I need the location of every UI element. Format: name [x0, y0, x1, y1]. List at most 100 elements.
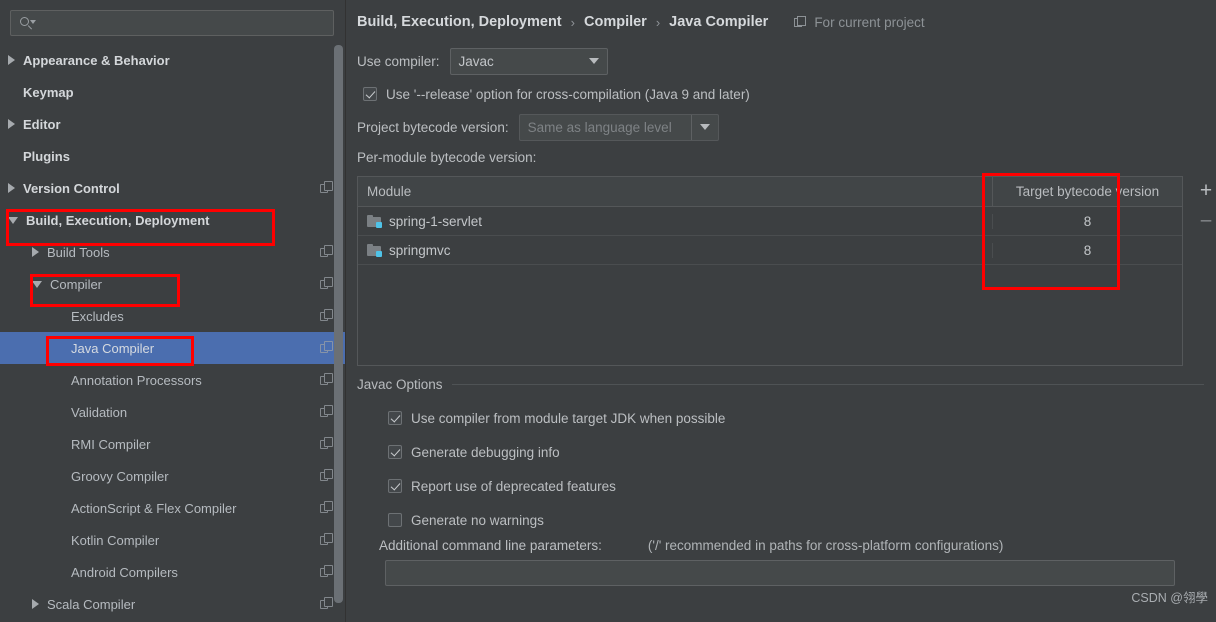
sidebar-item-plugins[interactable]: Plugins	[0, 140, 346, 172]
chevron-down-icon[interactable]	[8, 216, 18, 224]
sidebar-item-build-tools[interactable]: Build Tools	[0, 236, 346, 268]
module-icon	[367, 214, 382, 228]
table-body: spring-1-servlet 8 springmvc 8	[358, 207, 1182, 265]
sidebar-item-annotation-processors[interactable]: Annotation Processors	[0, 364, 346, 396]
sidebar-item-keymap[interactable]: Keymap	[0, 76, 346, 108]
settings-sidebar: Appearance & Behavior Keymap Editor Plugins…	[0, 0, 346, 622]
per-module-table: Module Target bytecode version spring-1-…	[357, 176, 1183, 366]
table-cell-target-bytecode[interactable]: 8	[992, 213, 1182, 229]
table-row[interactable]: spring-1-servlet 8	[358, 207, 1182, 236]
sidebar-item-appearance-behavior[interactable]: Appearance & Behavior	[0, 44, 346, 76]
copy-icon[interactable]	[320, 597, 334, 611]
javac-option-row: Use compiler from module target JDK when…	[388, 401, 1204, 435]
breadcrumb-item-2[interactable]: Compiler	[584, 14, 647, 30]
sidebar-item-groovy-compiler[interactable]: Groovy Compiler	[0, 460, 346, 492]
scope-indicator: For current project	[794, 14, 925, 30]
copy-icon[interactable]	[320, 277, 334, 291]
copy-icon[interactable]	[320, 373, 334, 387]
copy-icon[interactable]	[320, 245, 334, 259]
javac-options-list: Use compiler from module target JDK when…	[357, 401, 1204, 537]
sidebar-item-label: Version Control	[23, 180, 120, 196]
sidebar-item-scala-compiler[interactable]: Scala Compiler	[0, 588, 346, 620]
sidebar-item-rmi-compiler[interactable]: RMI Compiler	[0, 428, 346, 460]
table-header-row: Module Target bytecode version	[358, 177, 1182, 207]
additional-params-input[interactable]	[385, 560, 1175, 586]
sidebar-scrollbar-thumb[interactable]	[334, 45, 343, 603]
chevron-right-icon[interactable]	[8, 119, 15, 129]
breadcrumb-separator-2: ›	[655, 14, 661, 30]
breadcrumb: Build, Execution, Deployment › Compiler …	[346, 0, 1216, 44]
javac-option-checkbox[interactable]	[388, 445, 402, 459]
sidebar-item-label: Validation	[71, 404, 128, 420]
sidebar-item-editor[interactable]: Editor	[0, 108, 346, 140]
table-header-target[interactable]: Target bytecode version	[992, 177, 1182, 206]
settings-dialog: Appearance & Behavior Keymap Editor Plugins…	[0, 0, 1216, 622]
breadcrumb-item-3[interactable]: Java Compiler	[669, 14, 768, 30]
search-box[interactable]	[10, 10, 334, 36]
table-header-module[interactable]: Module	[358, 177, 992, 206]
search-container	[0, 0, 346, 44]
sidebar-item-version-control[interactable]: Version Control	[0, 172, 346, 204]
sidebar-item-actionscript-flex-compiler[interactable]: ActionScript & Flex Compiler	[0, 492, 346, 524]
breadcrumb-item-1[interactable]: Build, Execution, Deployment	[357, 14, 562, 30]
group-separator-line	[451, 384, 1204, 385]
sidebar-item-label: Build Tools	[47, 244, 110, 260]
sidebar-item-android-compilers[interactable]: Android Compilers	[0, 556, 346, 588]
settings-main-panel: Build, Execution, Deployment › Compiler …	[346, 0, 1216, 622]
javac-option-checkbox[interactable]	[388, 513, 402, 527]
sidebar-item-label: Editor	[23, 116, 61, 132]
chevron-right-icon[interactable]	[8, 183, 15, 193]
add-module-button[interactable]: +	[1194, 176, 1216, 205]
additional-params-label: Additional command line parameters:	[379, 538, 602, 553]
sidebar-item-label: Annotation Processors	[71, 372, 202, 388]
project-bytecode-value: Same as language level	[520, 114, 692, 140]
release-option-checkbox[interactable]	[363, 87, 377, 101]
copy-icon[interactable]	[320, 309, 334, 323]
sidebar-item-label: Plugins	[23, 148, 70, 164]
javac-option-checkbox[interactable]	[388, 411, 402, 425]
sidebar-item-compiler[interactable]: Compiler	[0, 268, 346, 300]
table-cell-target-bytecode[interactable]: 8	[992, 242, 1182, 258]
javac-option-checkbox[interactable]	[388, 479, 402, 493]
sidebar-item-label: Keymap	[23, 84, 74, 100]
sidebar-item-build-execution-deployment[interactable]: Build, Execution, Deployment	[0, 204, 346, 236]
chevron-right-icon[interactable]	[32, 247, 39, 257]
chevron-down-icon	[581, 58, 607, 64]
table-row[interactable]: springmvc 8	[358, 236, 1182, 265]
copy-icon[interactable]	[320, 565, 334, 579]
sidebar-item-validation[interactable]: Validation	[0, 396, 346, 428]
sidebar-item-java-compiler[interactable]: Java Compiler	[0, 332, 346, 364]
table-cell-module: springmvc	[358, 243, 992, 258]
project-bytecode-select[interactable]: Same as language level	[518, 113, 719, 141]
table-cell-module: spring-1-servlet	[358, 214, 992, 229]
chevron-down-icon[interactable]	[32, 280, 42, 288]
use-compiler-value: Javac	[458, 53, 494, 69]
sidebar-item-label: Excludes	[71, 308, 124, 324]
chevron-down-icon-2	[692, 124, 718, 130]
remove-module-button[interactable]: –	[1194, 205, 1216, 235]
sidebar-item-excludes[interactable]: Excludes	[0, 300, 346, 332]
use-compiler-select[interactable]: Javac	[449, 47, 608, 75]
java-compiler-form: Use compiler: Javac Use '--release' opti…	[346, 44, 1216, 586]
copy-icon[interactable]	[320, 501, 334, 515]
sidebar-item-label: Compiler	[50, 276, 103, 292]
copy-icon[interactable]	[320, 437, 334, 451]
copy-icon[interactable]	[320, 405, 334, 419]
sidebar-item-label: ActionScript & Flex Compiler	[71, 500, 237, 516]
search-input[interactable]	[35, 14, 327, 32]
chevron-right-icon[interactable]	[8, 55, 15, 65]
scope-label: For current project	[814, 14, 925, 30]
module-name: spring-1-servlet	[389, 213, 483, 229]
project-scope-icon	[794, 15, 807, 29]
chevron-right-icon[interactable]	[32, 599, 39, 609]
copy-icon[interactable]	[320, 181, 334, 195]
copy-icon[interactable]	[320, 341, 334, 355]
sidebar-item-kotlin-compiler[interactable]: Kotlin Compiler	[0, 524, 346, 556]
sidebar-scrollbar[interactable]	[334, 45, 343, 615]
per-module-label-row: Per-module bytecode version:	[357, 144, 1204, 170]
table-toolbar: + –	[1193, 176, 1216, 235]
copy-icon[interactable]	[320, 469, 334, 483]
copy-icon[interactable]	[320, 533, 334, 547]
